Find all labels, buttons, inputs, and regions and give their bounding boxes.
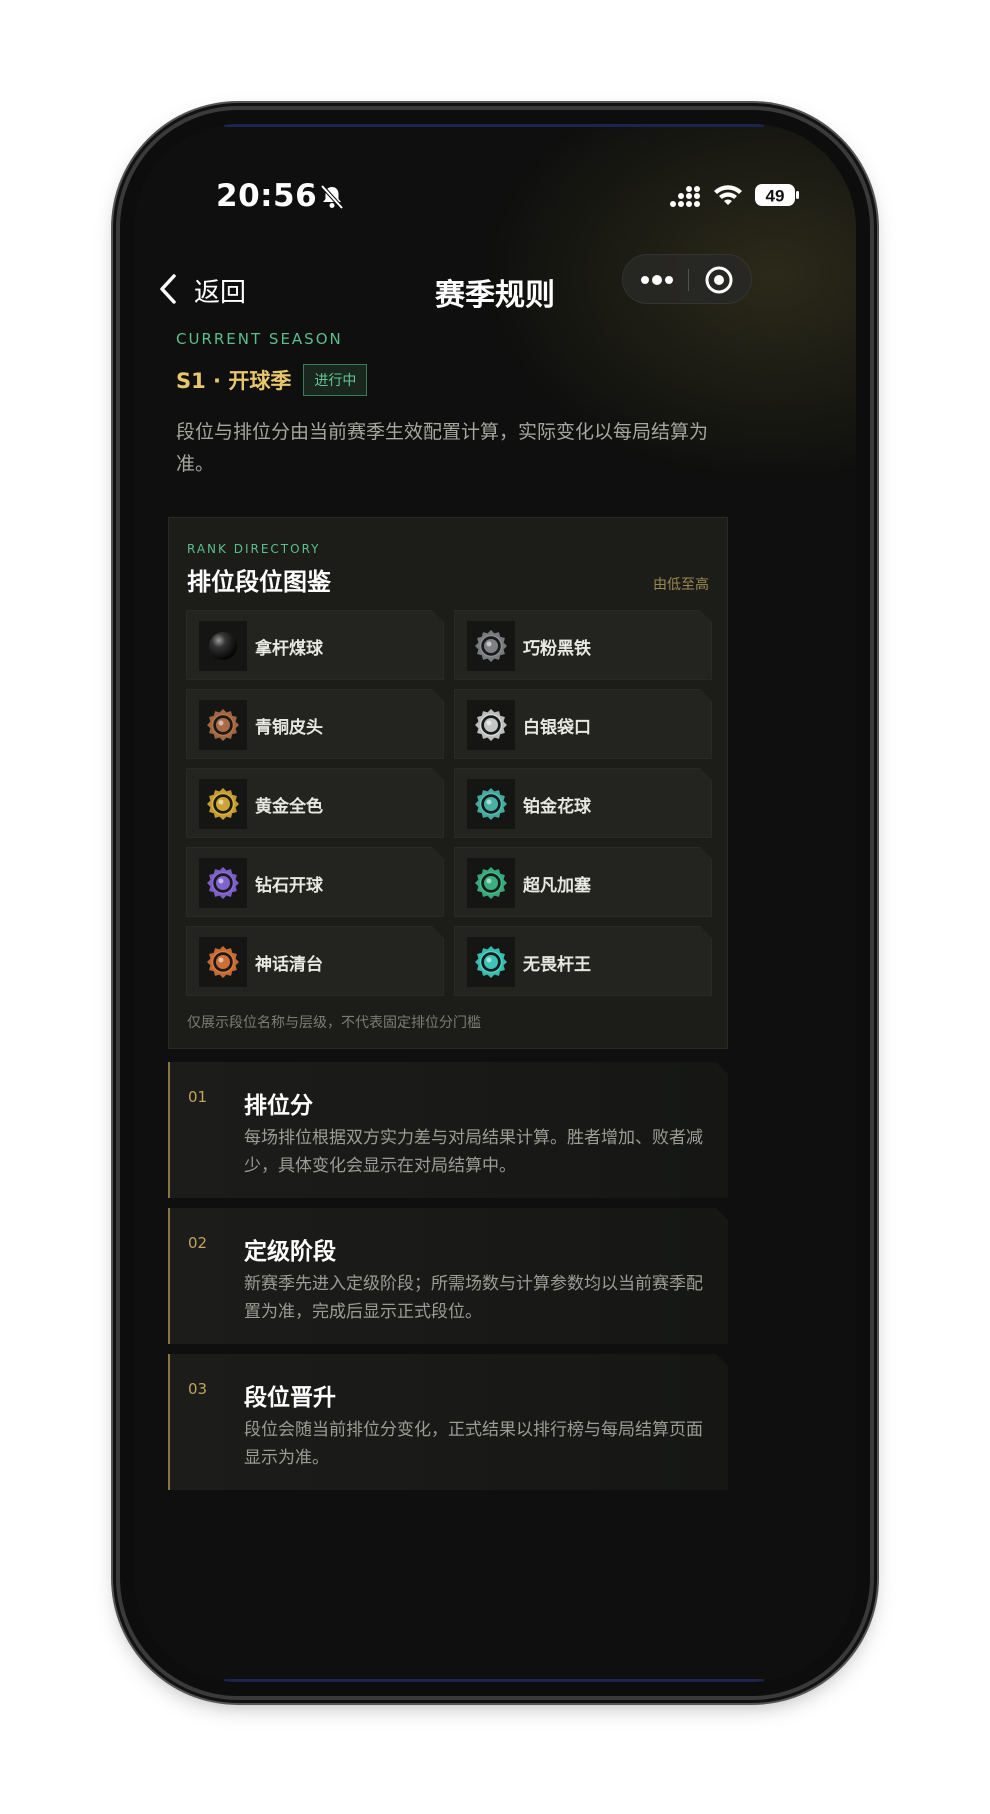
sort-order-label: 由低至高 [653,577,709,593]
rank-medal-icon [199,858,247,908]
rule-description: 段位会随当前排位分变化，正式结果以排行榜与每局结算页面显示为准。 [244,1420,703,1468]
capsule-divider [688,269,689,291]
rank-directory-note: 仅展示段位名称与层级，不代表固定排位分门槛 [187,1015,481,1031]
rule-title: 段位晋升 [244,1385,336,1411]
bottom-edge [224,1679,764,1682]
status-bar: 20:56 49 [134,174,856,224]
top-edge [224,124,764,127]
rank-tile: 黄金全色 [186,768,444,838]
rank-medal-icon [199,779,247,829]
rank-medal-icon [199,621,247,671]
rule-card: 02 定级阶段 新赛季先进入定级阶段；所需场数与计算参数均以当前赛季配置为准，完… [168,1208,728,1344]
rank-medal-icon [199,937,247,987]
rank-tile: 无畏杆王 [454,926,712,996]
season-section: CURRENT SEASON S1 · 开球季 进行中 段位与排位分由当前赛季生… [176,330,736,480]
rank-medal-icon [467,937,515,987]
close-target-icon[interactable] [703,264,735,296]
rank-tile: 神话清台 [186,926,444,996]
screen: 20:56 49 返回 赛季规则 CURRENT SEASON S1 · 开球季… [134,124,856,1682]
rank-medal-icon [467,858,515,908]
rank-label: 钻石开球 [255,876,323,896]
status-time: 20:56 [216,178,318,214]
season-description: 段位与排位分由当前赛季生效配置计算，实际变化以每局结算为准。 [176,421,709,475]
svg-text:49: 49 [766,187,785,206]
rank-label: 超凡加塞 [523,876,591,896]
more-icon[interactable] [637,267,677,293]
rank-directory-card: RANK DIRECTORY 排位段位图鉴 由低至高 拿杆煤球 巧粉黑铁青铜皮头 白… [168,517,728,1049]
rank-medal-icon [467,621,515,671]
rank-directory-title: 排位段位图鉴 [187,568,331,596]
rank-label: 铂金花球 [523,797,591,817]
navigation-bar: 返回 赛季规则 [134,244,856,344]
mini-program-capsule [622,254,752,304]
cellular-signal-icon [670,186,700,207]
rank-tile: 超凡加塞 [454,847,712,917]
status-badge: 进行中 [303,364,368,396]
rule-number: 01 [188,1088,208,1106]
rank-label: 巧粉黑铁 [523,639,591,659]
bell-muted-icon [320,184,344,210]
rank-label: 拿杆煤球 [255,639,323,659]
season-row: S1 · 开球季 进行中 [176,364,736,396]
rule-description: 每场排位根据双方实力差与对局结果计算。胜者增加、败者减少，具体变化会显示在对局结… [244,1128,703,1176]
rule-number: 02 [188,1234,208,1252]
rule-card: 03 段位晋升 段位会随当前排位分变化，正式结果以排行榜与每局结算页面显示为准。 [168,1354,728,1490]
wifi-icon [714,185,742,205]
rank-tile: 巧粉黑铁 [454,610,712,680]
rank-tile: 拿杆煤球 [186,610,444,680]
rank-label: 黄金全色 [255,797,323,817]
rule-title: 定级阶段 [244,1239,336,1265]
rank-label: 青铜皮头 [255,718,323,738]
rank-tile: 铂金花球 [454,768,712,838]
season-kicker: CURRENT SEASON [176,330,343,348]
rule-description: 新赛季先进入定级阶段；所需场数与计算参数均以当前赛季配置为准，完成后显示正式段位… [244,1274,703,1322]
rank-label: 白银袋口 [523,718,591,738]
rank-medal-icon [467,700,515,750]
rule-title: 排位分 [244,1093,313,1119]
rank-label: 无畏杆王 [523,955,591,975]
season-name: S1 · 开球季 [176,369,292,393]
rank-tile: 白银袋口 [454,689,712,759]
rank-label: 神话清台 [255,955,323,975]
rank-medal-icon [199,700,247,750]
phone-frame: 20:56 49 返回 赛季规则 CURRENT SEASON S1 · 开球季… [120,110,870,1696]
rank-tile: 青铜皮头 [186,689,444,759]
rank-directory-kicker: RANK DIRECTORY [187,542,321,556]
rank-tile: 钻石开球 [186,847,444,917]
rule-card: 01 排位分 每场排位根据双方实力差与对局结果计算。胜者增加、败者减少，具体变化… [168,1062,728,1198]
battery-icon: 49 [755,184,799,206]
rule-number: 03 [188,1380,208,1398]
rank-medal-icon [467,779,515,829]
